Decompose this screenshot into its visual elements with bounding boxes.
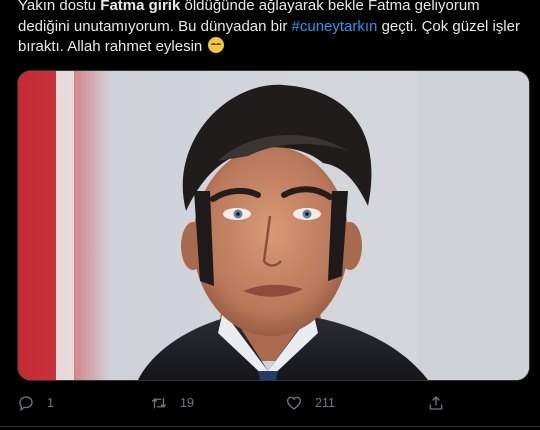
tweet-text-part: geçti. Çok güzel işler — [377, 17, 520, 35]
reply-count: 1 — [47, 396, 54, 410]
smiling-face-emoji-icon — [208, 37, 225, 53]
portrait-photo-illustration — [18, 71, 529, 380]
tweet-text-part: öldüğünde ağlayarak bekle Fatma geliyoru… — [180, 0, 480, 14]
retweet-button[interactable]: 19 — [150, 388, 194, 418]
tweet-photo[interactable] — [17, 70, 530, 381]
mention-name-bold: Fatma girik — [100, 0, 181, 14]
tweet-text-part: Yakın dostu — [18, 0, 101, 14]
retweet-icon — [151, 397, 167, 409]
like-icon — [286, 396, 302, 410]
share-icon — [429, 396, 443, 410]
tweet-action-bar: 1 19 211 — [0, 388, 540, 418]
divider — [0, 426, 540, 427]
retweet-count: 19 — [180, 396, 194, 410]
tweet-text-part: dediğini unutamıyorum. Bu dünyadan bir — [18, 17, 292, 35]
like-button[interactable]: 211 — [285, 388, 335, 418]
tweet-text-part: bıraktı. Allah rahmet eylesin — [18, 38, 203, 55]
hashtag-link[interactable]: #cuneytarkın — [292, 18, 378, 35]
tweet-text: Yakın dostu Fatma girik öldüğünde ağlaya… — [18, 0, 523, 58]
share-button[interactable] — [427, 388, 445, 418]
reply-icon — [19, 396, 33, 412]
like-count: 211 — [315, 396, 335, 410]
reply-button[interactable]: 1 — [17, 388, 54, 418]
